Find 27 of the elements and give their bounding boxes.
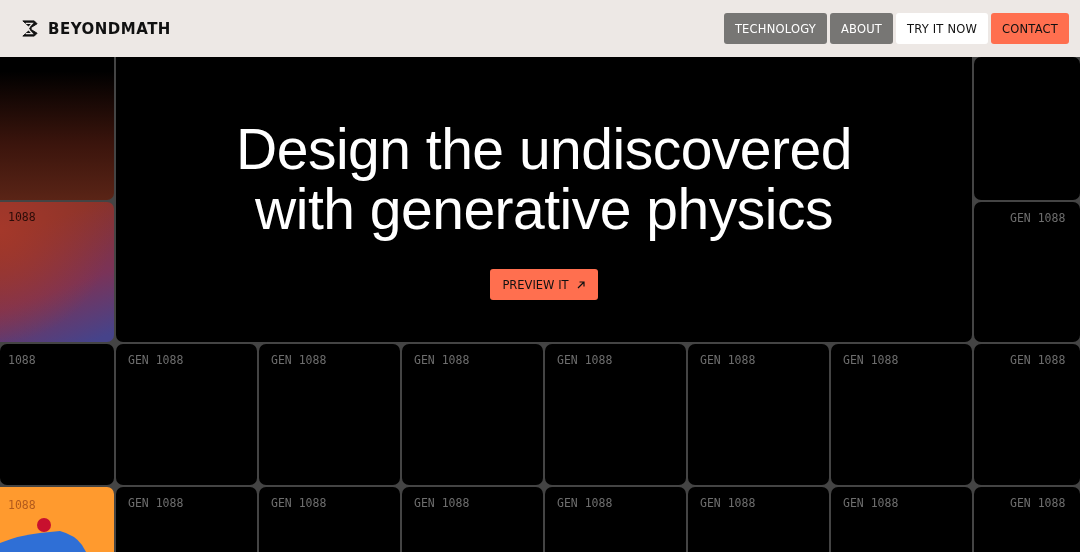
tile-label: GEN 1088 <box>843 496 899 510</box>
tile-label: GEN 1088 <box>700 496 756 510</box>
hero-heading: Design the undiscovered with generative physics <box>236 119 852 239</box>
nav-button[interactable]: TECHNOLOGY <box>723 13 827 44</box>
logo-icon[interactable] <box>20 19 39 38</box>
tile-label: GEN 1088 <box>557 496 613 510</box>
arrow-icon <box>575 279 586 290</box>
preview-button[interactable]: PREVIEW IT <box>490 269 598 300</box>
tile-label: GEN 1088 <box>128 353 184 367</box>
tile-label: GEN 1088 <box>414 353 470 367</box>
tile-label: GEN 1088 <box>128 496 184 510</box>
tile-label: GEN 1088 <box>414 496 470 510</box>
nav-button[interactable]: ABOUT <box>829 13 893 44</box>
brand-logo-text[interactable]: BEYONDMATH <box>48 19 171 38</box>
tile-label: 1088 <box>8 498 36 512</box>
tile-label: GEN 1088 <box>1010 353 1066 367</box>
tile-label: 1088 <box>8 353 36 367</box>
nav-button[interactable]: CONTACT <box>991 13 1069 44</box>
tile-label: GEN 1088 <box>700 353 756 367</box>
nav-button[interactable]: TRY IT NOW <box>896 13 989 44</box>
tile-label: GEN 1088 <box>1010 211 1066 225</box>
tile-label: 1088 <box>8 210 36 224</box>
tile-label: GEN 1088 <box>843 353 899 367</box>
tile-label: GEN 1088 <box>557 353 613 367</box>
tile-label: GEN 1088 <box>271 496 327 510</box>
tile-label: GEN 1088 <box>271 353 327 367</box>
tile-label: GEN 1088 <box>1010 496 1066 510</box>
